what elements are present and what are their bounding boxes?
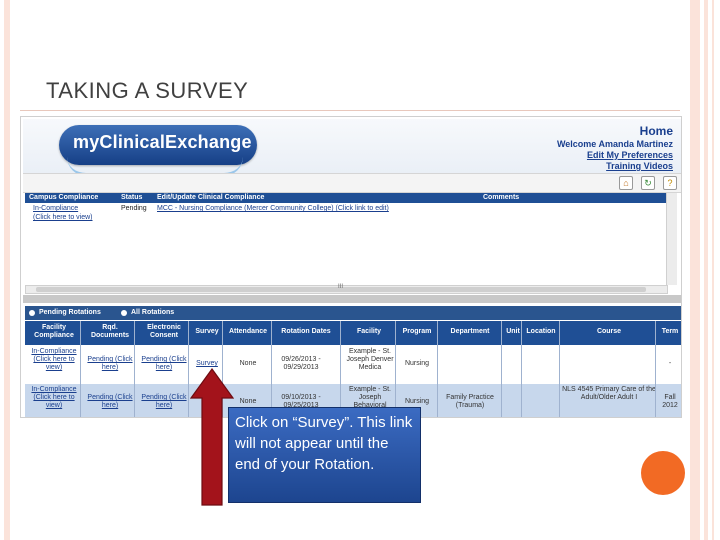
facility-compliance-link[interactable]: In-Compliance (Click here to view): [27, 386, 81, 410]
column-divider: [437, 321, 438, 417]
status-value: Pending: [121, 205, 147, 212]
term-value: Fall 2012: [662, 394, 678, 409]
column-divider: [559, 321, 560, 417]
radio-pending[interactable]: [29, 310, 35, 316]
refresh-icon[interactable]: ↻: [641, 176, 655, 190]
table-row: In-Compliance (Click here to view) Pendi…: [25, 204, 668, 224]
toolbar: ⌂ ↻ ?: [23, 173, 681, 193]
edit-compliance-link[interactable]: MCC - Nursing Compliance (Mercer Communi…: [157, 205, 389, 213]
electronic-consent-link[interactable]: Pending (Click here): [139, 356, 189, 372]
slide-edge-right: [712, 0, 714, 540]
tab-pending-rotations[interactable]: Pending Rotations: [39, 306, 101, 320]
training-videos-link[interactable]: Training Videos: [557, 161, 673, 172]
column-divider: [188, 321, 189, 417]
scroll-grip: III: [338, 284, 344, 290]
col-unit: Unit: [506, 328, 520, 335]
slide-title: TAKING A SURVEY: [46, 78, 249, 103]
welcome-text: Welcome Amanda Martinez: [556, 139, 673, 149]
col-facility: Facility: [356, 328, 382, 335]
column-divider: [395, 321, 396, 417]
vertical-scrollbar[interactable]: [666, 193, 677, 285]
col-rotation-dates: Rotation Dates: [281, 328, 331, 335]
column-divider: [501, 321, 502, 417]
radio-all[interactable]: [121, 310, 127, 316]
survey-link[interactable]: Survey: [191, 360, 223, 368]
col-location: Location: [526, 328, 556, 335]
column-divider: [271, 321, 272, 417]
campus-compliance-status[interactable]: In-Compliance: [33, 205, 78, 213]
col-attendance: Attendance: [228, 328, 268, 335]
table-row: In-Compliance (Click here to view) Pendi…: [25, 346, 681, 383]
tab-all-rotations[interactable]: All Rotations: [131, 306, 174, 320]
app-screenshot: myClinicalExchange Home Welcome Amanda M…: [20, 116, 682, 418]
rqd-documents-link[interactable]: Pending (Click here): [85, 356, 135, 372]
column-divider: [340, 321, 341, 417]
course-value: NLS 4545 Primary Care of the Adult/Older…: [562, 386, 656, 401]
rqd-documents-link[interactable]: Pending (Click here): [85, 394, 135, 410]
help-icon[interactable]: ?: [663, 176, 677, 190]
compliance-table-header: Campus Compliance Status Edit/Update Cli…: [25, 193, 668, 203]
col-facility-compliance: Facility Compliance: [34, 324, 74, 339]
title-divider: [20, 110, 680, 111]
slide-edge-right: [704, 0, 708, 540]
column-divider: [655, 321, 656, 417]
edit-preferences-link[interactable]: Edit My Preferences: [557, 150, 673, 161]
col-course: Course: [596, 328, 622, 335]
facility-compliance-link[interactable]: In-Compliance (Click here to view): [27, 348, 81, 372]
campus-compliance-link[interactable]: (Click here to view): [33, 214, 93, 222]
term-value: -: [668, 360, 672, 367]
home-link[interactable]: Home: [557, 124, 673, 139]
program-value: Nursing: [404, 398, 430, 405]
col-comments: Comments: [483, 194, 520, 201]
home-icon[interactable]: ⌂: [619, 176, 633, 190]
user-menu: Home Welcome Amanda Martinez Edit My Pre…: [557, 124, 673, 172]
col-survey: Survey: [195, 328, 219, 335]
col-rqd-documents: Rqd. Documents: [90, 324, 130, 339]
column-divider: [521, 321, 522, 417]
slide-edge-left: [4, 0, 10, 540]
col-department: Department: [450, 328, 490, 335]
facility-value: Example - St. Joseph Denver Medica: [346, 348, 394, 371]
rotations-table-header: Facility Compliance Rqd. Documents Elect…: [25, 321, 681, 345]
section-divider: [23, 295, 681, 303]
horizontal-scrollbar[interactable]: III: [25, 284, 668, 294]
logo-text: myClinicalExchange: [73, 132, 252, 152]
rotation-dates-value: 09/26/2013 - 09/29/2013: [281, 356, 321, 371]
col-electronic-consent: Electronic Consent: [147, 324, 181, 339]
col-status: Status: [121, 194, 143, 201]
col-campus-compliance: Campus Compliance: [29, 194, 99, 201]
col-program: Program: [402, 328, 432, 335]
program-value: Nursing: [404, 360, 430, 367]
attendance-value: None: [239, 360, 257, 367]
electronic-consent-link[interactable]: Pending (Click here): [139, 394, 189, 410]
callout-box: Click on “Survey”. This link will not ap…: [228, 407, 421, 503]
decorative-dot: [641, 451, 685, 495]
column-divider: [80, 321, 81, 417]
col-term: Term: [661, 328, 679, 335]
col-edit-compliance: Edit/Update Clinical Compliance: [157, 194, 265, 201]
column-divider: [134, 321, 135, 417]
slide-edge-right: [690, 0, 700, 540]
department-value: Family Practice (Trauma): [446, 394, 494, 409]
rotation-filter: Pending Rotations All Rotations: [25, 306, 681, 320]
